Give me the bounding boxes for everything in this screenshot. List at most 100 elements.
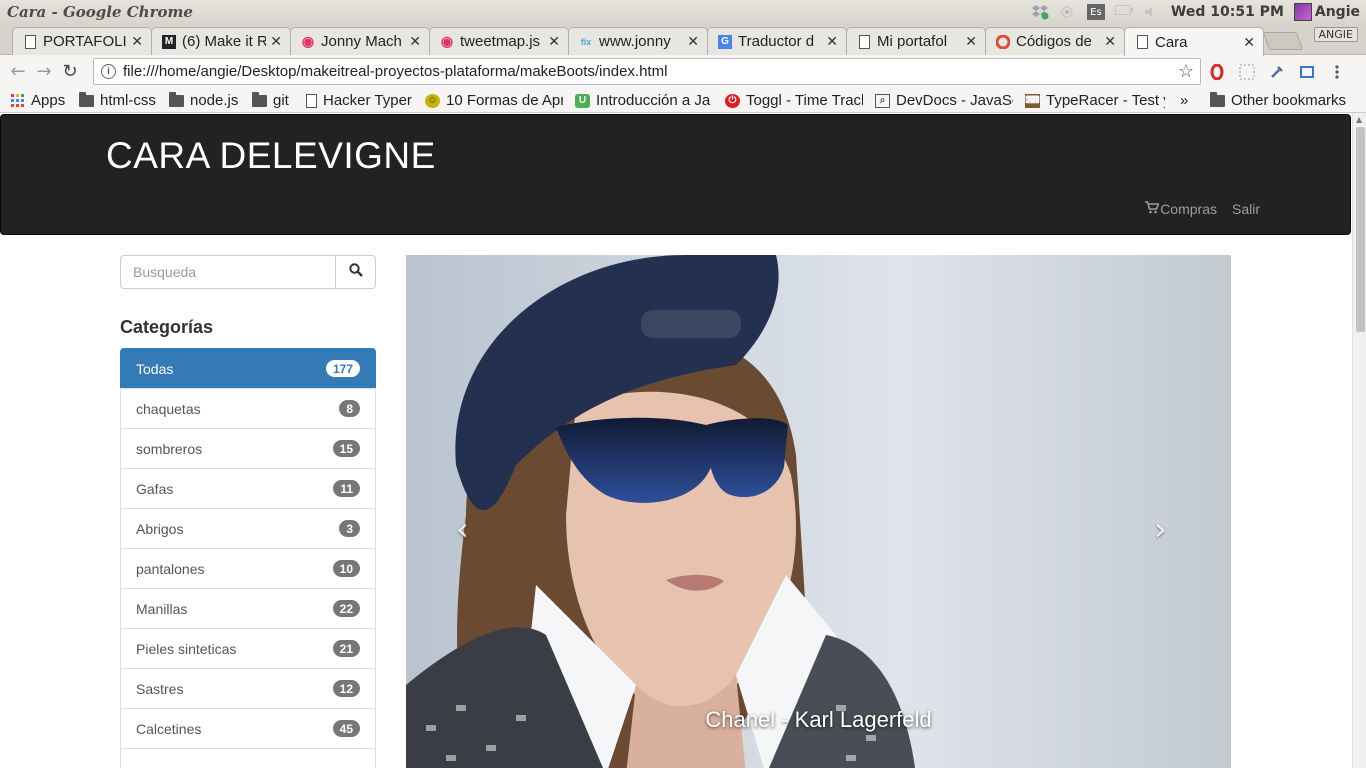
opera-extension-icon[interactable]	[1208, 63, 1226, 81]
category-item-pieles-sinteticas[interactable]: Pieles sinteticas 21	[120, 628, 376, 669]
category-item-gafas[interactable]: Gafas 11	[120, 468, 376, 509]
bookmark-introduccion[interactable]: U Introducción a Ja	[575, 90, 713, 111]
typeracer-icon: ⌨	[1025, 93, 1040, 108]
tab-cara[interactable]: Cara ✕	[1124, 27, 1264, 56]
bookmark-star-icon[interactable]: ☆	[1178, 61, 1194, 82]
tab-title: Mi portafol	[877, 33, 948, 50]
close-icon[interactable]: ✕	[687, 33, 699, 50]
info-icon[interactable]: i	[101, 64, 116, 79]
bookmark-label: git	[273, 92, 289, 109]
tab-title: Jonny Mach	[321, 33, 402, 50]
screenshot-icon[interactable]	[1298, 63, 1316, 81]
forward-arrow-icon[interactable]: →	[31, 59, 57, 85]
bookmark-typeracer[interactable]: ⌨ TypeRacer - Test y	[1025, 90, 1165, 111]
tab-mi-portafolio[interactable]: Mi portafol ✕	[846, 27, 986, 55]
toggl-icon: ⏻	[725, 93, 740, 108]
bookmark-folder-html-css[interactable]: html-css	[79, 90, 156, 111]
close-icon[interactable]: ✕	[409, 33, 421, 50]
bookmark-toggl[interactable]: ⏻ Toggl - Time Track	[725, 90, 863, 111]
category-label: Gafas	[136, 480, 174, 497]
bookmark-10-formas[interactable]: ☺ 10 Formas de Apr	[425, 90, 563, 111]
tab-jonny-mach[interactable]: ◉ Jonny Mach ✕	[290, 27, 430, 55]
close-icon[interactable]: ✕	[1104, 33, 1116, 50]
close-icon[interactable]: ✕	[548, 33, 560, 50]
tab-title: (6) Make it R	[182, 33, 267, 50]
category-item-abrigos[interactable]: Abrigos 3	[120, 508, 376, 549]
count-badge: 8	[339, 400, 360, 417]
tab-title: tweetmap.js	[460, 33, 541, 50]
clock[interactable]: Wed 10:51 PM	[1171, 4, 1284, 20]
tab-codigos[interactable]: Códigos de ✕	[985, 27, 1125, 55]
carousel-prev-chevron-icon[interactable]: ‹	[456, 510, 469, 548]
category-item-calcetines[interactable]: Calcetines 45	[120, 708, 376, 749]
count-badge: 15	[332, 440, 360, 457]
tab-portafolio[interactable]: PORTAFOLI ✕	[12, 27, 152, 55]
battery-icon[interactable]	[1114, 4, 1133, 20]
count-badge: 45	[332, 720, 360, 737]
close-icon[interactable]: ✕	[826, 33, 838, 50]
close-icon[interactable]: ✕	[131, 33, 143, 50]
cart-link[interactable]: Compras	[1145, 201, 1217, 217]
smiley-icon: ☺	[425, 93, 440, 108]
udemy-icon: U	[575, 93, 590, 108]
search-button[interactable]	[335, 255, 376, 289]
tab-makeitreal[interactable]: M (6) Make it R ✕	[151, 27, 291, 55]
bookmark-folder-git[interactable]: git	[252, 90, 289, 111]
network-icon[interactable]	[1059, 4, 1077, 20]
tab-tweetmap[interactable]: ◉ tweetmap.js ✕	[429, 27, 569, 55]
category-item-chaquetas[interactable]: chaquetas 8	[120, 388, 376, 429]
qr-extension-icon[interactable]	[1238, 63, 1256, 81]
count-badge: 22	[332, 600, 360, 617]
user-menu[interactable]: Angie	[1293, 3, 1360, 21]
tab-title: PORTAFOLI	[43, 33, 127, 50]
eyedropper-icon[interactable]	[1268, 63, 1286, 81]
dropbox-icon[interactable]	[1031, 4, 1049, 20]
close-icon[interactable]: ✕	[1243, 34, 1255, 51]
window-title: Cara - Google Chrome	[7, 3, 193, 21]
category-item-manillas[interactable]: Manillas 22	[120, 588, 376, 629]
brand-title[interactable]: CARA DELEVIGNE	[106, 135, 436, 177]
category-label: Pieles sinteticas	[136, 640, 237, 657]
page-scrollbar[interactable]: ▲	[1352, 113, 1366, 768]
scrollbar-thumb[interactable]	[1356, 127, 1365, 332]
url-text[interactable]: file:///home/angie/Desktop/makeitreal-pr…	[123, 63, 667, 80]
carousel-next-chevron-icon[interactable]: ›	[1154, 510, 1167, 548]
bookmark-label: Apps	[31, 92, 66, 109]
opera-icon	[996, 34, 1010, 49]
user-name: Angie	[1314, 4, 1360, 20]
nav-links: Compras Salir	[1145, 201, 1260, 217]
tab-traductor[interactable]: G Traductor d ✕	[707, 27, 847, 55]
close-icon[interactable]: ✕	[270, 33, 282, 50]
reload-icon[interactable]: ↻	[57, 59, 83, 85]
bookmark-folder-nodejs[interactable]: node.js	[169, 90, 238, 111]
bookmark-label: TypeRacer - Test y	[1046, 92, 1165, 109]
bookmark-apps[interactable]: Apps	[10, 90, 65, 111]
category-item-sastres[interactable]: Sastres 12	[120, 668, 376, 709]
scroll-up-arrow-icon[interactable]: ▲	[1356, 115, 1362, 124]
devdocs-icon: ⌕	[875, 93, 890, 108]
chrome-menu-icon[interactable]	[1328, 63, 1346, 81]
bookmark-other[interactable]: Other bookmarks	[1210, 90, 1346, 111]
category-item-pantalones[interactable]: pantalones 10	[120, 548, 376, 589]
category-item-sombreros[interactable]: sombreros 15	[120, 428, 376, 469]
profile-badge[interactable]: ANGIE	[1313, 27, 1358, 42]
volume-icon[interactable]	[1143, 4, 1161, 20]
categories-heading: Categorías	[120, 317, 214, 337]
back-arrow-icon[interactable]: ←	[5, 59, 31, 85]
bookmark-devdocs[interactable]: ⌕ DevDocs - JavaSc	[875, 90, 1013, 111]
address-bar[interactable]: i file:///home/angie/Desktop/makeitreal-…	[93, 58, 1201, 85]
folder-icon	[79, 91, 94, 107]
folder-icon	[169, 91, 184, 107]
tab-www-jonny[interactable]: fix www.jonny ✕	[568, 27, 708, 55]
category-item-todas[interactable]: Todas 177	[120, 348, 376, 389]
bookmark-hacker-typer[interactable]: Hacker Typer	[306, 90, 412, 111]
search-input[interactable]	[120, 255, 335, 289]
keyboard-layout-indicator[interactable]: Es	[1086, 4, 1105, 20]
close-icon[interactable]: ✕	[965, 33, 977, 50]
logout-link[interactable]: Salir	[1232, 201, 1260, 217]
bookmarks-overflow-chevron[interactable]: »	[1180, 90, 1188, 111]
image-carousel[interactable]: ‹ › Chanel - Karl Lagerfeld	[406, 255, 1231, 768]
category-item-more[interactable]	[120, 748, 376, 768]
new-tab-button[interactable]	[1262, 32, 1304, 50]
page-icon	[857, 34, 871, 49]
